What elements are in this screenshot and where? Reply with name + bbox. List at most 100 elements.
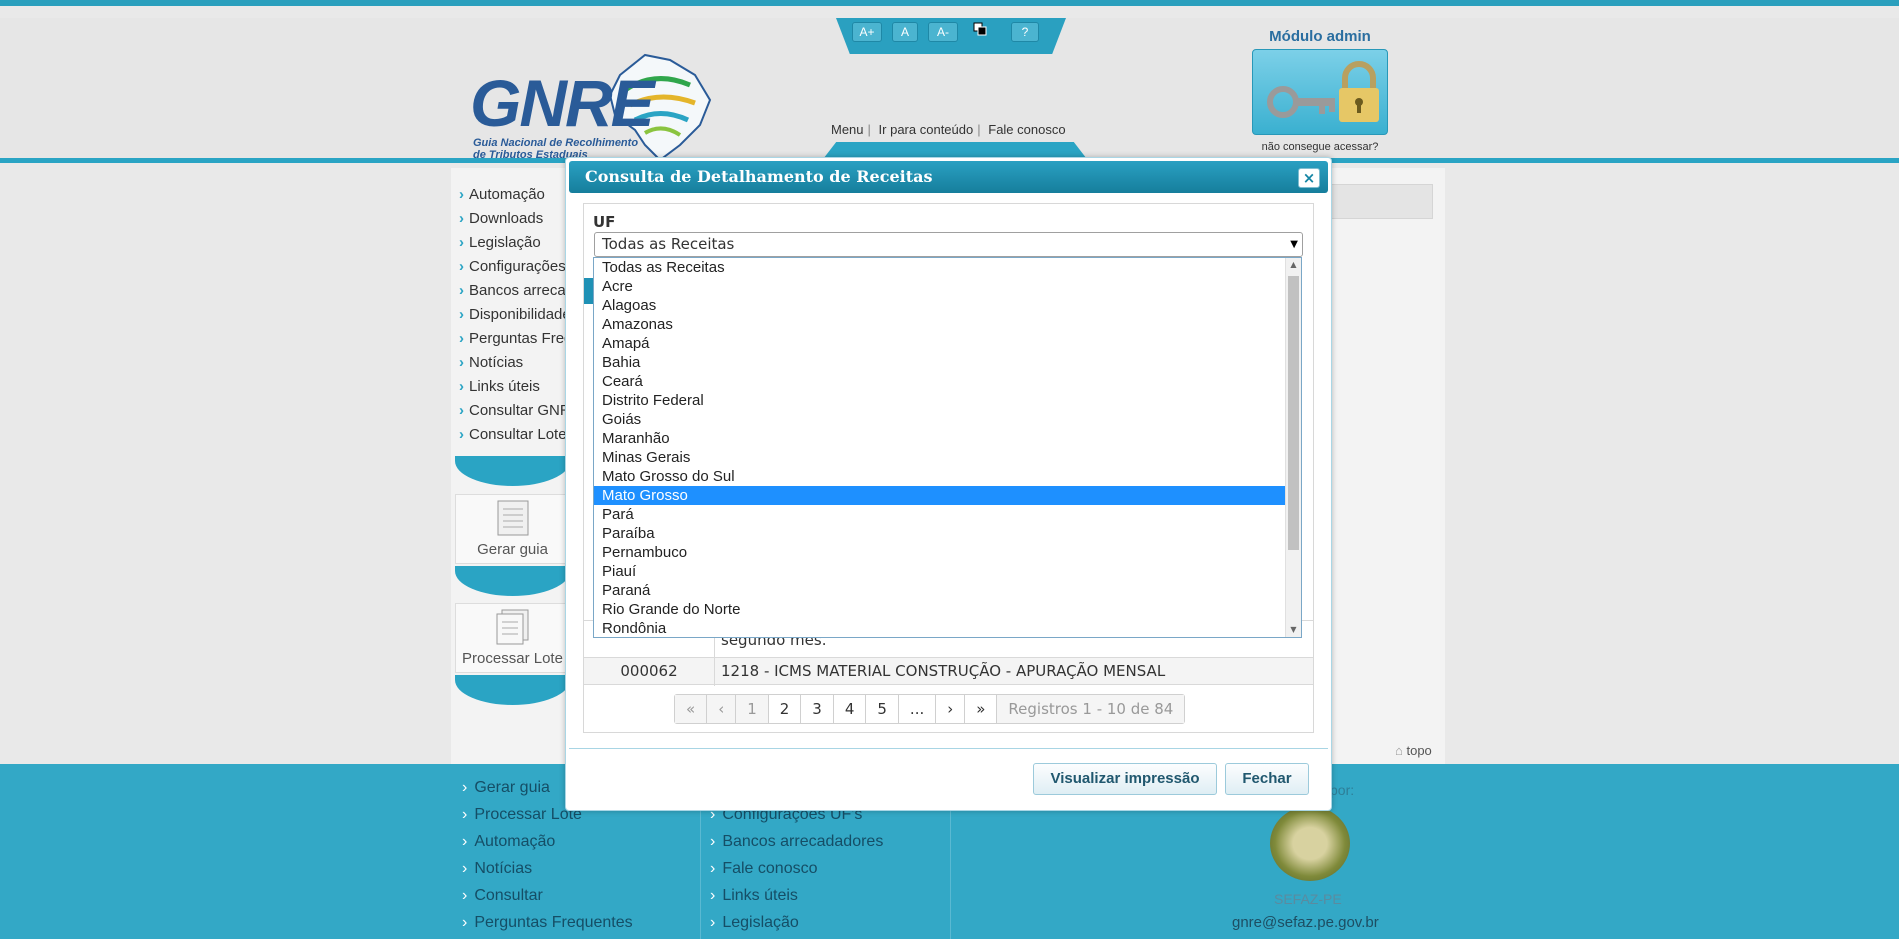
option-ceara[interactable]: Ceará (594, 372, 1286, 391)
option-maranhao[interactable]: Maranhão (594, 429, 1286, 448)
font-increase-button[interactable]: A+ (852, 22, 882, 42)
admin-login-button[interactable] (1252, 49, 1388, 135)
option-rondonia[interactable]: Rondônia (594, 619, 1286, 637)
footer-email[interactable]: gnre@sefaz.pe.gov.br (1232, 914, 1379, 931)
uf-dropdown-list: Todas as Receitas Acre Alagoas Amazonas … (593, 257, 1302, 638)
dialog-close-button[interactable]: × (1298, 168, 1320, 188)
page-4-button[interactable]: 4 (834, 695, 867, 723)
content-strip (1330, 184, 1433, 219)
sidebar-item-consultar-lote[interactable]: Consultar Lote (451, 423, 566, 447)
print-preview-button[interactable]: Visualizar impressão (1033, 763, 1217, 795)
option-amazonas[interactable]: Amazonas (594, 315, 1286, 334)
scroll-thumb[interactable] (1288, 276, 1299, 550)
page-prev-button[interactable]: ‹ (707, 695, 737, 723)
sidebar-item-automacao[interactable]: Automação (451, 183, 566, 207)
dialog-divider (569, 748, 1328, 749)
contact-link[interactable]: Fale conosco (984, 122, 1069, 137)
footer-link-automacao[interactable]: Automação (462, 828, 633, 855)
key-lock-icon (1267, 61, 1379, 122)
option-acre[interactable]: Acre (594, 277, 1286, 296)
option-rio-grande-do-norte[interactable]: Rio Grande do Norte (594, 600, 1286, 619)
footer-col-2: Configurações UF's Bancos arrecadadores … (710, 801, 883, 936)
document-icon (497, 500, 528, 536)
scroll-down-icon[interactable]: ▼ (1286, 623, 1301, 637)
sidebar-item-perguntas[interactable]: Perguntas Frequentes (451, 327, 566, 351)
option-para[interactable]: Pará (594, 505, 1286, 524)
uf-label: UF (593, 213, 616, 231)
admin-help-link[interactable]: não consegue acessar? (1250, 141, 1390, 153)
sidebar-item-legislacao[interactable]: Legislação (451, 231, 566, 255)
close-button[interactable]: Fechar (1225, 763, 1309, 795)
page-last-button[interactable]: » (965, 695, 998, 723)
option-alagoas[interactable]: Alagoas (594, 296, 1286, 315)
side-wave-2 (455, 566, 570, 596)
contrast-icon[interactable] (970, 22, 990, 42)
option-distrito-federal[interactable]: Distrito Federal (594, 391, 1286, 410)
side-menu: Automação Downloads Legislação Configura… (451, 183, 566, 447)
topo-link[interactable]: ⌂ topo (1395, 743, 1432, 758)
tile-label: Processar Lote (462, 650, 563, 667)
dialog-title: Consulta de Detalhamento de Receitas × (569, 161, 1328, 193)
content-link[interactable]: Ir para conteúdo (875, 122, 978, 137)
option-paraiba[interactable]: Paraíba (594, 524, 1286, 543)
site-header: GNRE Guia Nacional de Recolhimento de Tr… (0, 18, 1899, 163)
sidebar-item-downloads[interactable]: Downloads (451, 207, 566, 231)
page-first-button[interactable]: « (675, 695, 708, 723)
side-wave (455, 456, 570, 486)
sidebar-item-configuracoes[interactable]: Configurações UF's (451, 255, 566, 279)
page-ellipsis: ... (899, 695, 937, 723)
option-todas[interactable]: Todas as Receitas (594, 258, 1286, 277)
footer-link-fale-conosco[interactable]: Fale conosco (710, 855, 883, 882)
sidebar-item-links[interactable]: Links úteis (451, 375, 566, 399)
option-mato-grosso[interactable]: Mato Grosso (594, 486, 1286, 505)
footer-link-perguntas[interactable]: Perguntas Frequentes (462, 909, 632, 936)
sidebar-item-disponibilidade[interactable]: Disponibilidade (451, 303, 566, 327)
page-3-button[interactable]: 3 (801, 695, 834, 723)
sidebar-item-consultar-gnre[interactable]: Consultar GNRE (451, 399, 566, 423)
side-wave-3 (455, 675, 570, 705)
arrow-up-icon: ⌂ (1395, 743, 1403, 758)
gnre-logo[interactable]: GNRE Guia Nacional de Recolhimento de Tr… (470, 33, 720, 173)
footer-link-bancos[interactable]: Bancos arrecadadores (710, 828, 883, 855)
sidebar-item-bancos[interactable]: Bancos arrecadadores (451, 279, 566, 303)
help-button[interactable]: ? (1011, 22, 1039, 42)
menu-link[interactable]: Menu (827, 122, 868, 137)
row-desc: 1218 - ICMS MATERIAL CONSTRUÇÃO - APURAÇ… (721, 662, 1166, 680)
font-decrease-button[interactable]: A- (928, 22, 958, 42)
dropdown-scrollbar[interactable]: ▲ ▼ (1285, 258, 1301, 637)
documents-icon (496, 609, 528, 645)
option-pernambuco[interactable]: Pernambuco (594, 543, 1286, 562)
pagination: « ‹ 1 2 3 4 5 ... › » Registros 1 - 10 d… (674, 694, 1186, 724)
uf-select[interactable]: Todas as Receitas ▼ (594, 232, 1303, 257)
logo-text: GNRE (470, 66, 655, 140)
option-piaui[interactable]: Piauí (594, 562, 1286, 581)
tile-processar-lote[interactable]: Processar Lote (455, 603, 570, 673)
footer-link-noticias[interactable]: Notícias (462, 855, 633, 882)
row-code: 000062 (620, 662, 678, 680)
option-parana[interactable]: Paraná (594, 581, 1286, 600)
option-bahia[interactable]: Bahia (594, 353, 1286, 372)
table-row[interactable]: 000062 1218 - ICMS MATERIAL CONSTRUÇÃO -… (584, 657, 1313, 686)
tile-gerar-guia[interactable]: Gerar guia (455, 494, 570, 564)
option-goias[interactable]: Goiás (594, 410, 1286, 429)
page-next-button[interactable]: › (936, 695, 966, 723)
footer-link-legislacao[interactable]: Legislação (710, 909, 883, 936)
page-2-button[interactable]: 2 (769, 695, 802, 723)
footer-link-consultar[interactable]: Consultar (462, 882, 633, 909)
footer-link-links[interactable]: Links úteis (710, 882, 883, 909)
option-minas-gerais[interactable]: Minas Gerais (594, 448, 1286, 467)
page-1-button[interactable]: 1 (736, 695, 769, 723)
admin-title: Módulo admin (1269, 28, 1371, 45)
option-amapa[interactable]: Amapá (594, 334, 1286, 353)
dropdown-arrow-icon: ▼ (1290, 239, 1298, 250)
font-reset-button[interactable]: A (892, 22, 918, 42)
tile-label: Gerar guia (477, 541, 548, 558)
sidebar-item-noticias[interactable]: Notícias (451, 351, 566, 375)
footer-partial-text: por: (1330, 782, 1355, 798)
scroll-up-icon[interactable]: ▲ (1286, 258, 1301, 272)
accessibility-bar: A+ A A- ? (836, 18, 1066, 54)
option-mato-grosso-do-sul[interactable]: Mato Grosso do Sul (594, 467, 1286, 486)
top-stripe (0, 0, 1899, 18)
admin-module: Módulo admin não consegue acessar? (1250, 28, 1390, 153)
page-5-button[interactable]: 5 (866, 695, 899, 723)
